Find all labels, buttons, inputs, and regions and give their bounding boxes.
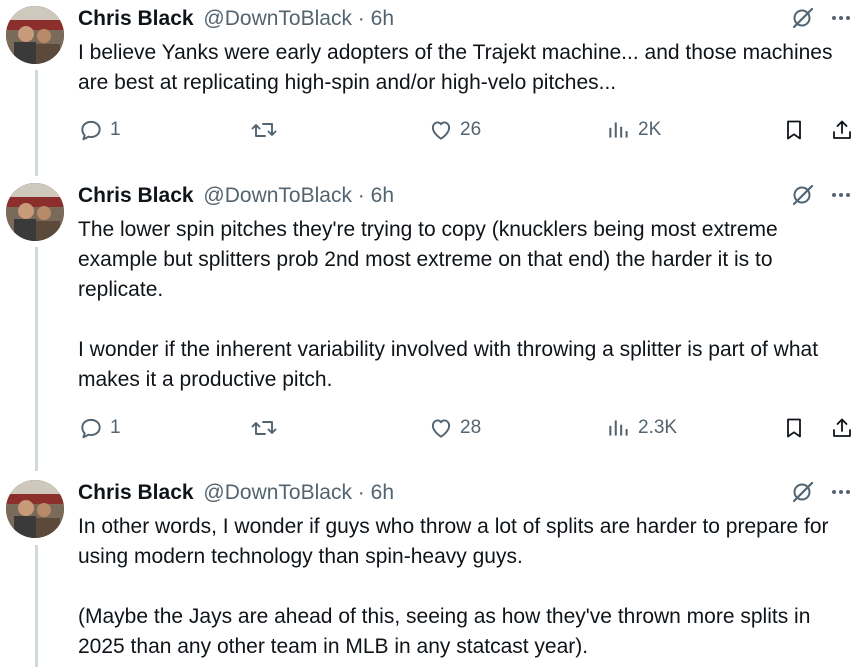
thread-line <box>35 247 38 471</box>
views-count: 2.3K <box>638 417 678 438</box>
repost-icon <box>250 415 278 441</box>
tweet-text: I believe Yanks were early adopters of t… <box>78 41 839 94</box>
repost-button[interactable] <box>250 413 278 443</box>
tweet-text: In other words, I wonder if guys who thr… <box>78 515 829 658</box>
reply-icon <box>78 415 104 441</box>
repost-icon <box>250 117 278 143</box>
share-button[interactable] <box>830 413 854 443</box>
like-button[interactable]: 26 <box>428 115 481 145</box>
tweet-text: The lower spin pitches they're trying to… <box>78 218 819 391</box>
like-button[interactable]: 28 <box>428 413 481 443</box>
views-button[interactable]: 2.3K <box>606 413 677 443</box>
like-count: 28 <box>460 417 482 438</box>
author-name[interactable]: Chris Black <box>78 481 194 504</box>
tweet[interactable]: Chris Black @DownToBlack · 6h The lower … <box>78 183 858 395</box>
reply-count: 1 <box>110 119 121 140</box>
reply-button[interactable]: 1 <box>78 413 121 443</box>
like-count: 26 <box>460 119 482 140</box>
timestamp[interactable]: 6h <box>371 7 394 30</box>
repost-button[interactable] <box>250 115 278 145</box>
more-icon[interactable] <box>828 182 854 208</box>
thread-line <box>35 545 38 667</box>
views-icon <box>606 415 632 441</box>
bookmark-button[interactable] <box>782 413 806 443</box>
grok-icon[interactable] <box>790 182 816 208</box>
author-name[interactable]: Chris Black <box>78 184 194 207</box>
tweet[interactable]: Chris Black @DownToBlack · 6h In other w… <box>78 480 858 662</box>
reply-button[interactable]: 1 <box>78 115 121 145</box>
tweet-header: Chris Black @DownToBlack · 6h <box>78 183 858 209</box>
separator-dot: · <box>357 184 365 207</box>
author-handle[interactable]: @DownToBlack <box>203 481 352 504</box>
grok-icon[interactable] <box>790 479 816 505</box>
avatar[interactable] <box>6 183 64 241</box>
views-button[interactable]: 2K <box>606 115 661 145</box>
share-icon <box>830 117 854 143</box>
bookmark-icon <box>782 117 806 143</box>
bookmark-icon <box>782 415 806 441</box>
author-name[interactable]: Chris Black <box>78 7 194 30</box>
bookmark-button[interactable] <box>782 115 806 145</box>
timestamp[interactable]: 6h <box>371 184 394 207</box>
grok-icon[interactable] <box>790 5 816 31</box>
avatar[interactable] <box>6 6 64 64</box>
more-icon[interactable] <box>828 479 854 505</box>
reply-count: 1 <box>110 417 121 438</box>
like-icon <box>428 117 454 143</box>
timestamp[interactable]: 6h <box>371 481 394 504</box>
views-count: 2K <box>638 119 662 140</box>
tweet-header: Chris Black @DownToBlack · 6h <box>78 6 858 32</box>
avatar[interactable] <box>6 480 64 538</box>
tweet-header: Chris Black @DownToBlack · 6h <box>78 480 858 506</box>
reply-icon <box>78 117 104 143</box>
share-button[interactable] <box>830 115 854 145</box>
more-icon[interactable] <box>828 5 854 31</box>
separator-dot: · <box>357 481 365 504</box>
thread-line <box>35 70 38 176</box>
author-handle[interactable]: @DownToBlack <box>203 7 352 30</box>
author-handle[interactable]: @DownToBlack <box>203 184 352 207</box>
tweet[interactable]: Chris Black @DownToBlack · 6h I believe … <box>78 6 858 98</box>
separator-dot: · <box>357 7 365 30</box>
like-icon <box>428 415 454 441</box>
views-icon <box>606 117 632 143</box>
share-icon <box>830 415 854 441</box>
